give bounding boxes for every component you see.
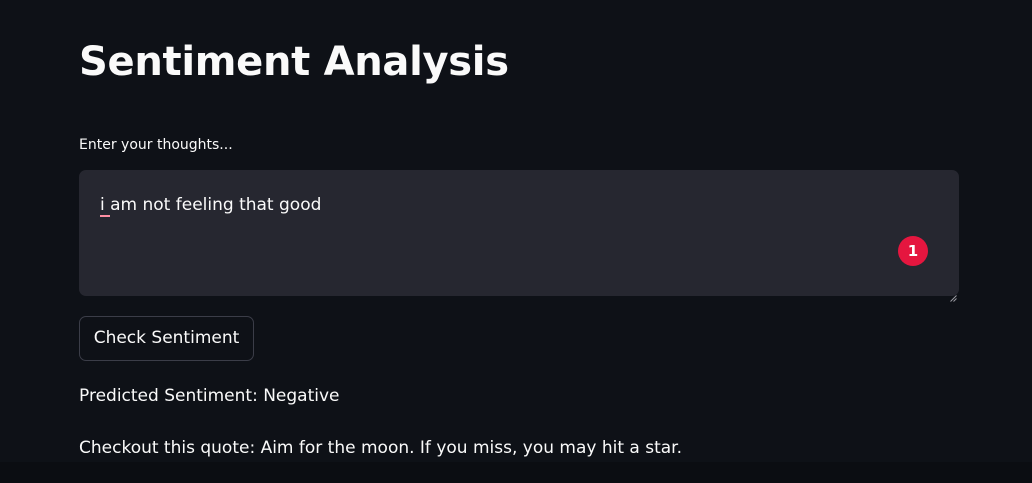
thoughts-input-label: Enter your thoughts... <box>79 137 233 153</box>
grammar-checker-badge[interactable]: 1 <box>898 236 928 266</box>
check-sentiment-button[interactable]: Check Sentiment <box>79 316 254 361</box>
quote-text: Checkout this quote: Aim for the moon. I… <box>79 438 683 458</box>
app-page: Sentiment Analysis Enter your thoughts..… <box>0 0 1032 483</box>
spellcheck-underline <box>100 215 110 217</box>
predicted-sentiment-text: Predicted Sentiment: Negative <box>79 386 340 406</box>
page-title: Sentiment Analysis <box>79 39 509 85</box>
resize-grip-icon[interactable] <box>950 287 957 302</box>
thoughts-textarea[interactable]: i am not feeling that good 1 <box>79 170 959 302</box>
bottom-bar <box>0 462 1032 483</box>
thoughts-textarea-value[interactable]: i am not feeling that good <box>100 192 321 218</box>
